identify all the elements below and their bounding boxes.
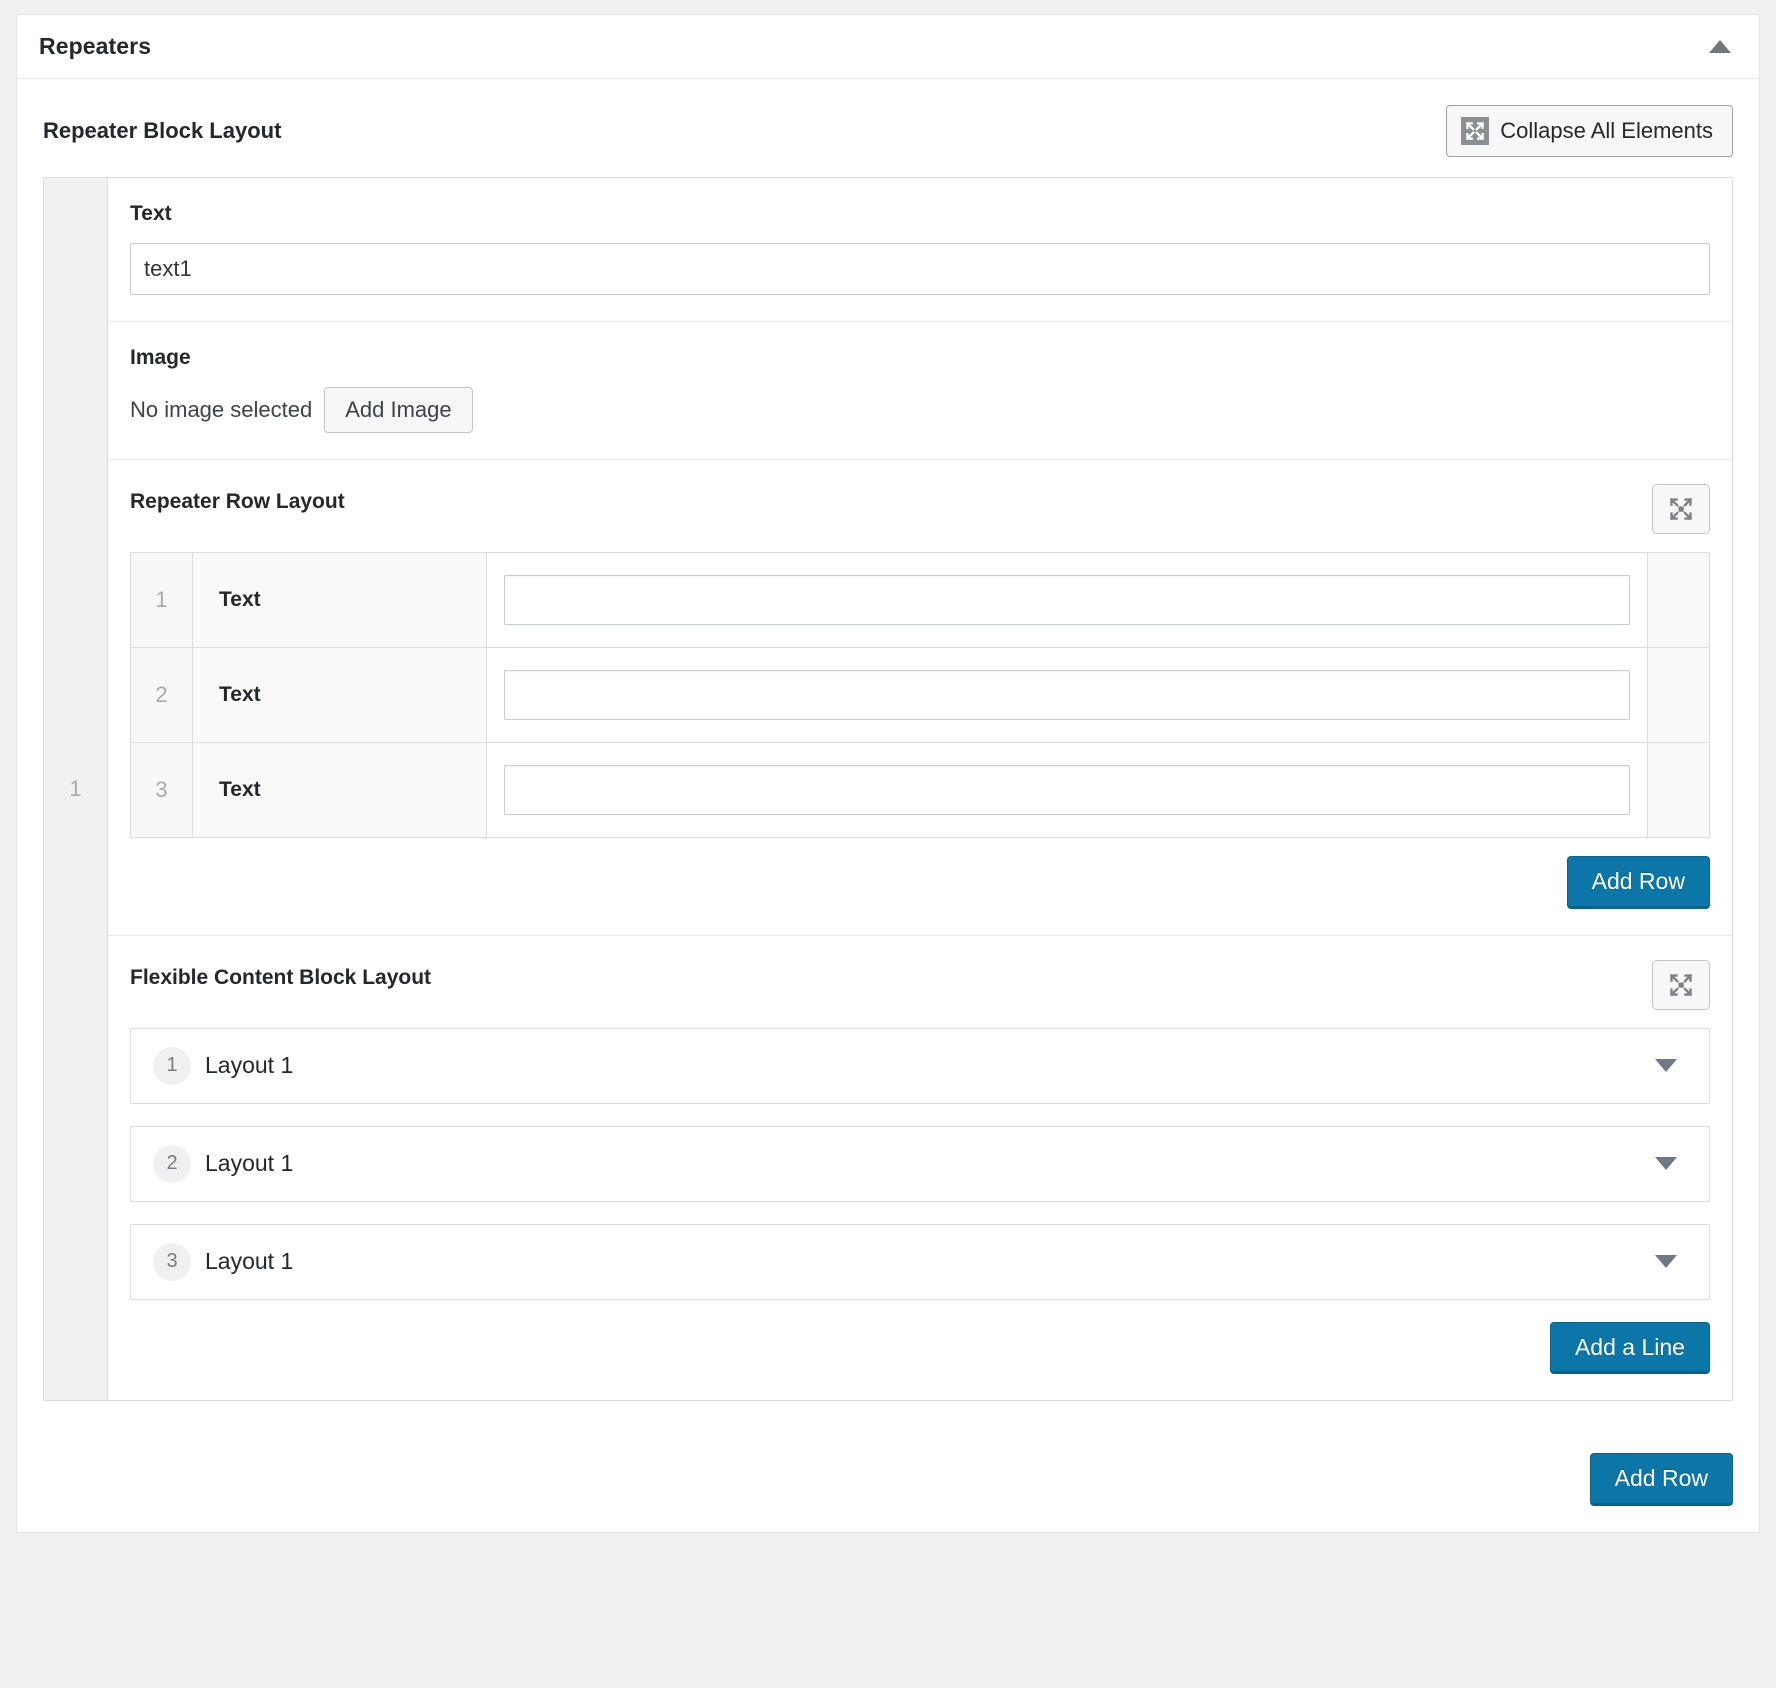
- layout-title: Layout 1: [205, 1052, 294, 1079]
- caret-up-icon[interactable]: [1709, 40, 1731, 53]
- expand-flexible-content-button[interactable]: [1651, 959, 1710, 1010]
- flexible-content-label: Flexible Content Block Layout: [130, 965, 432, 989]
- add-row-button-outer[interactable]: Add Row: [1589, 1453, 1733, 1506]
- repeater-row-order: 1: [44, 178, 108, 1401]
- repeater-row-layout-header: Repeater Row Layout: [130, 484, 1710, 534]
- repeater-row-layout-actions: Add Row: [130, 856, 1710, 909]
- list-item[interactable]: 1 Layout 1: [130, 1027, 1710, 1104]
- row-field-value-cell: [486, 742, 1648, 838]
- layout-title: Layout 1: [205, 1150, 294, 1177]
- row-field-label: Text: [192, 647, 487, 743]
- row-text-input[interactable]: [504, 765, 1630, 815]
- add-image-button[interactable]: Add Image: [324, 387, 473, 433]
- repeater-row-layout-table: 1 Text 2 Text 3 Text: [130, 552, 1710, 838]
- row-field-value-cell: [486, 552, 1648, 648]
- no-image-selected-text: No image selected: [130, 397, 313, 422]
- collapse-arrows-icon: [1461, 117, 1490, 145]
- postbox-header: Repeaters: [17, 15, 1759, 79]
- expand-arrows-icon: [1669, 973, 1693, 996]
- repeater-block-header: Repeater Block Layout Collapse All Eleme…: [43, 105, 1733, 157]
- expand-arrows-icon: [1669, 497, 1693, 521]
- layout-title: Layout 1: [205, 1248, 294, 1275]
- field-image: Image No image selected Add Image: [108, 322, 1732, 460]
- table-row: 3 Text: [130, 742, 1710, 838]
- table-row: 2 Text: [130, 647, 1710, 743]
- repeaters-postbox: Repeaters Repeater Block Layout Collapse…: [16, 14, 1760, 1533]
- field-image-label: Image: [130, 346, 191, 369]
- field-text: Text: [108, 178, 1732, 322]
- row-field-label: Text: [192, 552, 487, 648]
- row-actions-cell[interactable]: [1646, 742, 1710, 838]
- page-bottom-spacer: [16, 1532, 1760, 1579]
- repeater-block-table: 1 Text Image No image selected Add Image: [43, 177, 1733, 1402]
- layout-order-badge: 3: [153, 1242, 191, 1281]
- row-field-value-cell: [486, 647, 1648, 743]
- postbox-body: Repeater Block Layout Collapse All Eleme…: [17, 79, 1759, 1431]
- flexible-content-actions: Add a Line: [130, 1321, 1710, 1375]
- collapse-all-elements-button[interactable]: Collapse All Elements: [1446, 105, 1733, 157]
- row-text-input[interactable]: [504, 575, 1630, 625]
- layout-order-badge: 2: [153, 1144, 191, 1183]
- list-item[interactable]: 2 Layout 1: [130, 1125, 1710, 1202]
- admin-page: Repeaters Repeater Block Layout Collapse…: [0, 0, 1776, 1688]
- text-input[interactable]: [130, 243, 1710, 295]
- table-row: 1 Text: [130, 552, 1710, 648]
- add-a-line-button[interactable]: Add a Line: [1549, 1321, 1710, 1375]
- row-actions-cell[interactable]: [1646, 552, 1710, 648]
- row-field-label: Text: [192, 742, 487, 838]
- row-order: 1: [130, 552, 193, 648]
- list-item[interactable]: 3 Layout 1: [130, 1223, 1710, 1300]
- repeater-block-label: Repeater Block Layout: [43, 118, 282, 143]
- caret-down-icon[interactable]: [1654, 1059, 1677, 1073]
- row-text-input[interactable]: [504, 670, 1630, 720]
- expand-repeater-row-layout-button[interactable]: [1651, 484, 1710, 534]
- row-actions-cell[interactable]: [1646, 647, 1710, 743]
- repeater-row-layout-label: Repeater Row Layout: [130, 490, 345, 513]
- repeater-row-layout-tbody: 1 Text 2 Text 3 Text: [130, 552, 1710, 838]
- field-text-label: Text: [130, 202, 172, 225]
- add-row-button-inner[interactable]: Add Row: [1566, 856, 1710, 909]
- row-order: 3: [130, 742, 193, 838]
- caret-down-icon[interactable]: [1654, 1255, 1677, 1269]
- field-flexible-content-block-layout: Flexible Content Block Layout 1 Layout 1…: [108, 936, 1732, 1401]
- repeater-row-body: Text Image No image selected Add Image: [108, 178, 1732, 1400]
- collapse-all-elements-label: Collapse All Elements: [1500, 118, 1713, 143]
- page-title: Repeaters: [39, 33, 152, 59]
- caret-down-icon[interactable]: [1654, 1157, 1677, 1171]
- layout-order-badge: 1: [153, 1046, 191, 1085]
- row-order: 2: [130, 647, 193, 743]
- flexible-content-header: Flexible Content Block Layout: [130, 959, 1710, 1010]
- field-repeater-row-layout: Repeater Row Layout 1 Text 2 Text 3 Text…: [108, 460, 1732, 936]
- repeater-block-footer: Add Row: [17, 1431, 1759, 1532]
- image-picker: No image selected Add Image: [130, 387, 1710, 433]
